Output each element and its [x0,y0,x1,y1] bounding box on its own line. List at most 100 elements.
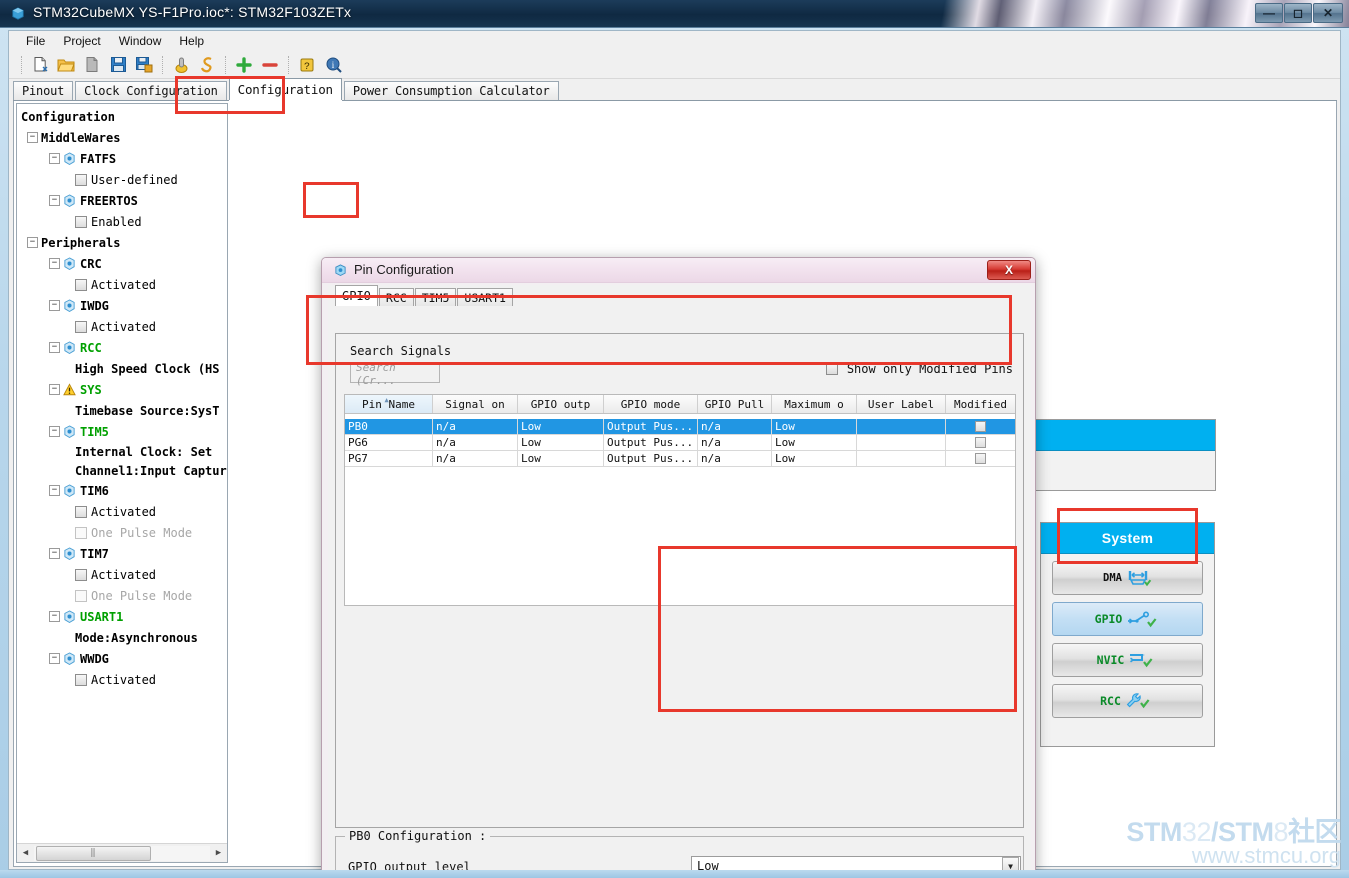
tree-item-channel1[interactable]: Channel1:Input Capture [19,461,227,480]
search-input[interactable]: Search (Cr... [350,361,440,387]
menu-help[interactable]: Help [170,33,213,49]
column-header-signal-on[interactable]: Signal on [433,395,518,413]
tree-item-tim6-activated[interactable]: Activated [19,501,227,522]
column-header-modified[interactable]: Modified [946,395,1015,413]
tab-configuration[interactable]: Configuration [228,78,342,100]
expander-icon[interactable]: − [49,611,60,622]
tab-pinout[interactable]: Pinout [13,81,74,100]
checkbox-icon[interactable] [975,453,986,464]
checkbox-icon[interactable] [75,673,87,686]
scroll-thumb[interactable]: ‖ [36,845,151,861]
maximize-button[interactable]: ◻ [1284,3,1312,23]
help-icon[interactable]: ? [295,54,319,76]
tree-item-internal-clock[interactable]: Internal Clock: Set [19,442,227,461]
tree-item-usart1[interactable]: − USART1 [19,606,227,627]
menu-window[interactable]: Window [110,33,171,49]
generate-code-icon[interactable] [169,54,193,76]
tree-item-tim6[interactable]: − TIM6 [19,480,227,501]
tree-item-tim7-activated[interactable]: Activated [19,564,227,585]
tree-item-tim7-one-pulse-mode[interactable]: One Pulse Mode [19,585,227,606]
tree-item-timebase-source[interactable]: Timebase Source:SysT [19,400,227,421]
add-icon[interactable] [232,54,256,76]
expander-icon[interactable]: − [49,300,60,311]
ip-tab-tim5[interactable]: TIM5 [414,288,457,306]
menu-file[interactable]: File [17,33,54,49]
expander-icon[interactable]: − [49,195,60,206]
table-row[interactable]: PG7 n/a Low Output Pus... n/a Low [345,451,1015,467]
checkbox-icon[interactable] [75,173,87,186]
close-button[interactable]: ✕ [1313,3,1343,23]
tree-horizontal-scrollbar[interactable]: ◀ ‖ ▶ [17,843,227,862]
expander-icon[interactable]: − [49,485,60,496]
cell-modified[interactable] [946,435,1015,450]
ip-tab-gpio[interactable]: GPIO [335,285,378,306]
scroll-track[interactable]: ‖ [34,845,210,861]
tree-item-tim5[interactable]: − TIM5 [19,421,227,442]
ip-tab-rcc[interactable]: RCC [378,288,414,306]
expander-icon[interactable]: − [49,548,60,559]
ip-tab-usart1[interactable]: USART1 [457,288,513,306]
expander-icon[interactable]: − [49,384,60,395]
tree-item-rcc[interactable]: − RCC [19,337,227,358]
ip-button-dma[interactable]: DMA [1052,561,1203,595]
remove-icon[interactable] [258,54,282,76]
column-header-gpio-mode[interactable]: GPIO mode [604,395,698,413]
dialog-close-button[interactable]: X [987,260,1031,280]
cell-modified[interactable] [946,419,1015,434]
tab-clock-configuration[interactable]: Clock Configuration [75,81,227,100]
tree-item-fatfs[interactable]: − FATFS [19,148,227,169]
report-icon[interactable] [195,54,219,76]
checkbox-icon[interactable] [75,215,87,228]
tree-item-sys[interactable]: − SYS [19,379,227,400]
menu-project[interactable]: Project [54,33,109,49]
scroll-left-icon[interactable]: ◀ [17,845,34,862]
scroll-right-icon[interactable]: ▶ [210,845,227,862]
checkbox-icon[interactable] [975,421,986,432]
tree-item-tim6-one-pulse-mode[interactable]: One Pulse Mode [19,522,227,543]
column-header-gpio-output[interactable]: GPIO outp [518,395,604,413]
tree-item-crc-activated[interactable]: Activated [19,274,227,295]
tree-item-wwdg-activated[interactable]: Activated [19,669,227,690]
save-as-icon[interactable] [132,54,156,76]
column-header-gpio-pull[interactable]: GPIO Pull [698,395,772,413]
checkbox-icon[interactable] [975,437,986,448]
checkbox-icon[interactable] [75,568,87,581]
tree-item-freertos[interactable]: − FREERTOS [19,190,227,211]
cell-modified[interactable] [946,451,1015,466]
table-row[interactable]: PG6 n/a Low Output Pus... n/a Low [345,435,1015,451]
column-header-user-label[interactable]: User Label [857,395,946,413]
tab-power-consumption-calculator[interactable]: Power Consumption Calculator [343,81,559,100]
tree-group-peripherals[interactable]: − Peripherals [19,232,227,253]
tree-item-enabled[interactable]: Enabled [19,211,227,232]
open-folder-icon[interactable] [54,54,78,76]
tree-item-tim7[interactable]: − TIM7 [19,543,227,564]
checkbox-icon[interactable] [75,526,87,539]
tree-group-middlewares[interactable]: − MiddleWares [19,127,227,148]
tree-item-iwdg-activated[interactable]: Activated [19,316,227,337]
expander-icon[interactable]: − [49,342,60,353]
expander-icon[interactable]: − [27,237,38,248]
tree-item-high-speed-clock[interactable]: High Speed Clock (HS [19,358,227,379]
ip-button-nvic[interactable]: NVIC [1052,643,1203,677]
expander-icon[interactable]: − [49,653,60,664]
ip-button-gpio[interactable]: GPIO [1052,602,1203,636]
copy-file-icon[interactable] [80,54,104,76]
column-header-maximum-output[interactable]: Maximum o [772,395,857,413]
tree-item-crc[interactable]: − CRC [19,253,227,274]
table-row[interactable]: PB0 n/a Low Output Pus... n/a Low [345,419,1015,435]
expander-icon[interactable]: − [49,153,60,164]
checkbox-icon[interactable] [75,505,87,518]
column-header-pin-name[interactable]: ▲ Pin Name [345,395,433,413]
new-file-icon[interactable] [28,54,52,76]
checkbox-icon[interactable] [75,320,87,333]
tree-item-iwdg[interactable]: − IWDG [19,295,227,316]
expander-icon[interactable]: − [49,426,60,437]
tree-item-usart1-mode[interactable]: Mode:Asynchronous [19,627,227,648]
tree-item-wwdg[interactable]: − WWDG [19,648,227,669]
minimize-button[interactable]: — [1255,3,1283,23]
expander-icon[interactable]: − [27,132,38,143]
checkbox-icon[interactable] [75,278,87,291]
checkbox-icon[interactable] [825,363,838,375]
about-icon[interactable]: i [321,54,345,76]
tree-item-user-defined[interactable]: User-defined [19,169,227,190]
